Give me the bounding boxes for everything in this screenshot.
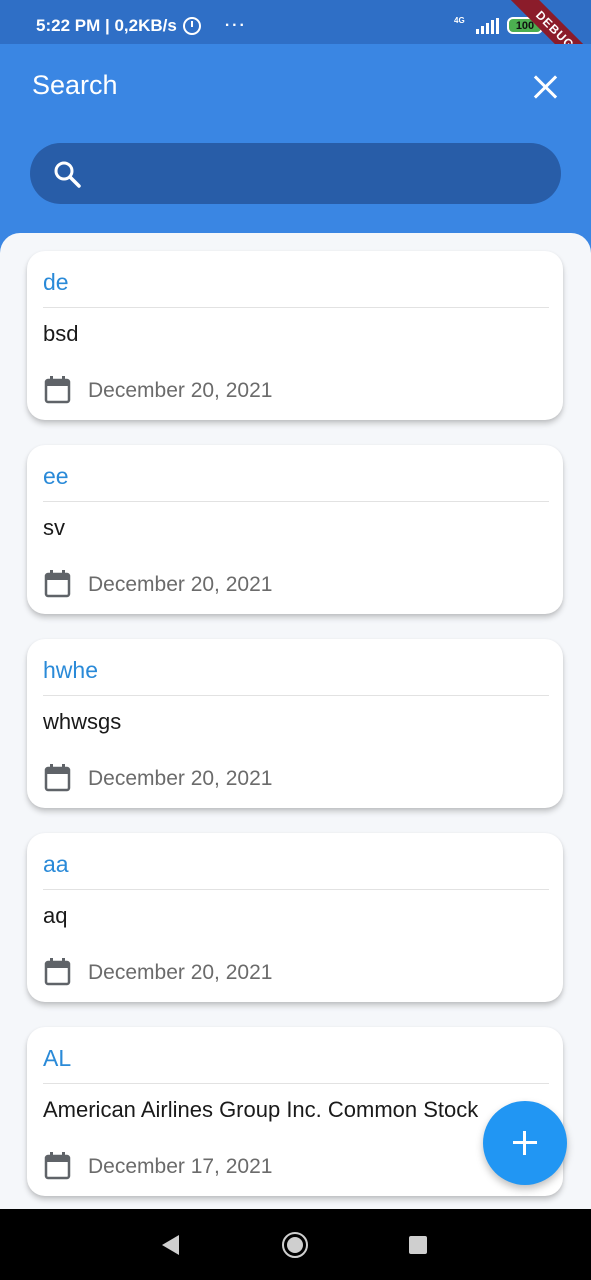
card-divider (43, 695, 549, 696)
home-icon[interactable] (282, 1232, 308, 1258)
status-bar: 5:22 PM | 0,2KB/s ··· 4G 100 (0, 0, 591, 44)
list-item[interactable]: ee sv December 20, 2021 (27, 445, 563, 614)
card-title: de (43, 269, 69, 295)
list-item[interactable]: AL American Airlines Group Inc. Common S… (27, 1027, 563, 1196)
calendar-icon (44, 958, 71, 986)
search-box[interactable] (30, 143, 561, 204)
more-dots-icon: ··· (224, 17, 247, 34)
card-divider (43, 889, 549, 890)
card-date: December 20, 2021 (88, 767, 273, 790)
system-nav-bar (0, 1209, 591, 1280)
page-title: Search (32, 70, 118, 100)
card-title: hwhe (43, 657, 98, 683)
card-divider (43, 307, 549, 308)
card-date: December 20, 2021 (88, 573, 273, 596)
calendar-icon (44, 1152, 71, 1180)
search-input[interactable] (100, 153, 540, 193)
network-type: 4G (454, 15, 465, 25)
card-title: AL (43, 1045, 72, 1071)
network-indicator: 4G (454, 16, 499, 34)
card-date: December 17, 2021 (88, 1155, 273, 1178)
list-item[interactable]: hwhe whwsgs December 20, 2021 (27, 639, 563, 808)
card-description: American Airlines Group Inc. Common Stoc… (43, 1097, 479, 1122)
battery-level: 100 (515, 19, 535, 32)
list-item[interactable]: aa aq December 20, 2021 (27, 833, 563, 1002)
calendar-icon (44, 764, 71, 792)
card-description: sv (43, 515, 65, 540)
battery-icon: 100 (507, 17, 543, 34)
status-right: 4G 100 (454, 16, 543, 34)
card-date: December 20, 2021 (88, 379, 273, 402)
card-description: whwsgs (43, 709, 122, 734)
list-item[interactable]: de bsd December 20, 2021 (27, 251, 563, 420)
card-description: aq (43, 903, 68, 928)
card-title: aa (43, 851, 69, 877)
alarm-icon (182, 17, 201, 35)
search-results-list[interactable]: de bsd December 20, 2021 ee sv December … (0, 233, 591, 1209)
app-bar: Search (0, 44, 591, 260)
card-divider (43, 1083, 549, 1084)
signal-icon (476, 17, 499, 34)
card-divider (43, 501, 549, 502)
close-button[interactable] (529, 70, 563, 104)
calendar-icon (44, 570, 71, 598)
card-description: bsd (43, 321, 79, 346)
card-date: December 20, 2021 (88, 961, 273, 984)
status-left: 5:22 PM | 0,2KB/s ··· (36, 16, 247, 36)
search-icon (54, 161, 81, 188)
back-icon[interactable] (162, 1235, 179, 1255)
card-title: ee (43, 463, 69, 489)
calendar-icon (44, 376, 71, 404)
recent-apps-icon[interactable] (409, 1236, 427, 1254)
add-button[interactable] (483, 1101, 567, 1185)
status-time-speed: 5:22 PM | 0,2KB/s (36, 16, 177, 35)
